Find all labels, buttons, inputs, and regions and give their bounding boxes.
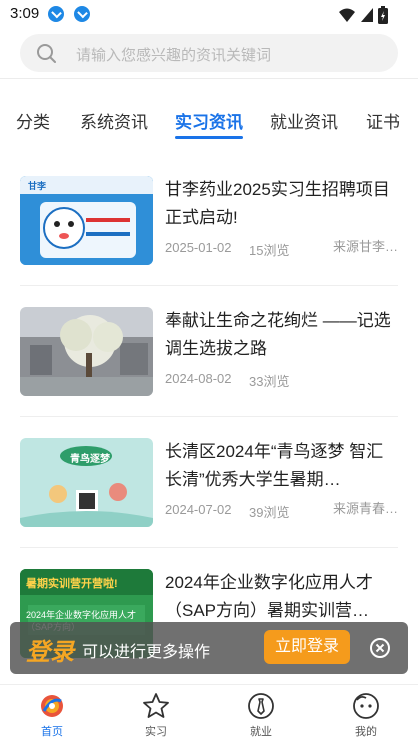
signal-icon bbox=[361, 8, 373, 22]
tie-icon bbox=[248, 693, 274, 719]
news-title: 甘李药业2025实习生招聘项目正式启动! bbox=[165, 180, 390, 227]
thumbnail-title-text: 暑期实训营开营啦! bbox=[26, 578, 118, 590]
nav-employment[interactable]: 就业 bbox=[231, 691, 291, 739]
list-divider bbox=[20, 416, 398, 417]
list-divider bbox=[20, 285, 398, 286]
news-source: 来源青春… bbox=[332, 501, 398, 516]
wifi-icon bbox=[339, 8, 355, 22]
nav-profile-label: 我的 bbox=[355, 726, 377, 738]
news-views: 39浏览 bbox=[249, 505, 290, 520]
download-icon bbox=[74, 6, 90, 22]
nav-employment-label: 就业 bbox=[250, 726, 272, 738]
tab-system-news[interactable]: 系统资讯 bbox=[80, 108, 148, 133]
news-date: 2024-07-02 bbox=[165, 502, 232, 517]
status-bar: 3:09 bbox=[0, 0, 418, 28]
list-divider bbox=[20, 547, 398, 548]
home-icon bbox=[41, 695, 63, 717]
nav-home-label: 首页 bbox=[41, 726, 63, 738]
news-title: 奉献让生命之花绚烂 ——记选调生选拔之路 bbox=[165, 311, 391, 358]
news-title: 长清区2024年“青鸟逐梦 智汇长清”优秀大学生暑期… bbox=[165, 442, 384, 489]
news-item[interactable]: 青鸟逐梦 长清区2024年“青鸟逐梦 智汇长清”优秀大学生暑期… 2024-07… bbox=[20, 438, 398, 548]
active-tab-indicator bbox=[175, 136, 243, 139]
nav-home[interactable]: 首页 bbox=[22, 691, 82, 739]
news-item[interactable]: 奉献让生命之花绚烂 ——记选调生选拔之路 2024-08-02 33浏览 bbox=[20, 307, 398, 417]
news-date: 2025-01-02 bbox=[165, 240, 232, 255]
bottom-nav: 首页 实习 就业 我的 bbox=[0, 684, 418, 743]
login-button[interactable]: 立即登录 bbox=[264, 630, 350, 664]
tab-employment-news[interactable]: 就业资讯 bbox=[270, 108, 338, 133]
login-banner-logo-text: 登录 bbox=[26, 639, 74, 666]
battery-icon bbox=[378, 6, 388, 24]
nav-profile[interactable]: 我的 bbox=[336, 691, 396, 739]
login-banner: 登录 可以进行更多操作 立即登录 bbox=[10, 622, 408, 674]
news-views: 33浏览 bbox=[249, 374, 290, 389]
news-views: 15浏览 bbox=[249, 243, 290, 258]
search-input[interactable]: 请输入您感兴趣的资讯关键词 bbox=[76, 44, 271, 65]
thumbnail-title-text: 青鸟逐梦 bbox=[70, 454, 110, 465]
tab-internship-news[interactable]: 实习资讯 bbox=[175, 108, 243, 133]
tab-certificate[interactable]: 证书 bbox=[366, 108, 400, 133]
header-divider bbox=[0, 78, 418, 79]
status-time: 3:09 bbox=[10, 5, 40, 22]
news-thumbnail: 青鸟逐梦 bbox=[20, 438, 153, 527]
news-item[interactable]: 甘李 甘李药业2025实习生招聘项目正式启动! 2025-01-02 15浏览 … bbox=[20, 176, 398, 286]
nav-internship[interactable]: 实习 bbox=[126, 691, 186, 739]
category-tabs: 分类 系统资讯 实习资讯 就业资讯 证书 bbox=[0, 106, 418, 142]
thumbnail-logo-text: 甘李 bbox=[28, 181, 47, 191]
tab-category[interactable]: 分类 bbox=[16, 108, 50, 133]
profile-icon bbox=[353, 693, 379, 719]
news-thumbnail bbox=[20, 307, 153, 396]
news-date: 2024-08-02 bbox=[165, 371, 232, 386]
search-icon bbox=[37, 44, 56, 63]
search-bar[interactable]: 请输入您感兴趣的资讯关键词 bbox=[20, 34, 398, 72]
close-icon[interactable] bbox=[369, 637, 391, 659]
star-icon bbox=[143, 693, 169, 718]
download-icon bbox=[48, 6, 64, 22]
news-title: 2024年企业数字化应用人才（SAP方向）暑期实训营… bbox=[165, 573, 373, 620]
news-source: 来源甘李… bbox=[332, 239, 398, 254]
news-thumbnail: 甘李 bbox=[20, 176, 153, 265]
login-banner-text: 可以进行更多操作 bbox=[82, 644, 211, 661]
nav-internship-label: 实习 bbox=[145, 726, 167, 738]
